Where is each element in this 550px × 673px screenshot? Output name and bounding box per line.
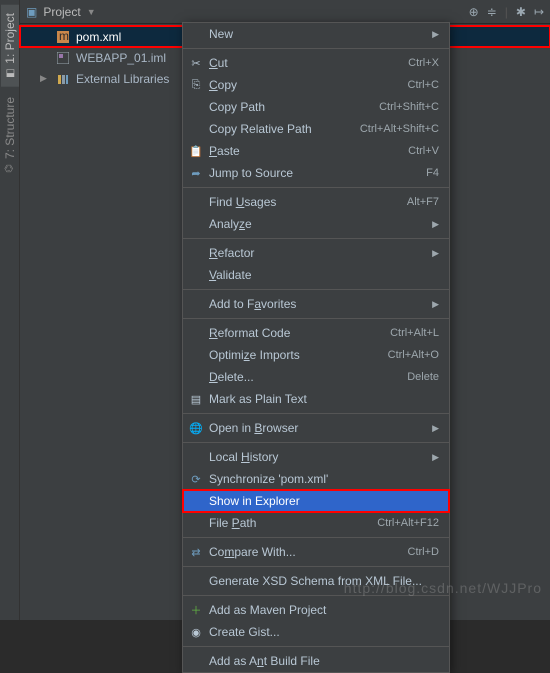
menu-file-path[interactable]: File PathCtrl+Alt+F12 bbox=[183, 512, 449, 534]
project-icon: ▣ bbox=[26, 5, 37, 19]
cut-icon: ✂ bbox=[189, 57, 203, 70]
menu-refactor[interactable]: Refactor▶ bbox=[183, 242, 449, 264]
project-toolbar: ▣ Project ▼ ⊕ ≑ | ✱ ↦ bbox=[20, 0, 550, 24]
menu-generate-xsd[interactable]: Generate XSD Schema from XML File... bbox=[183, 570, 449, 592]
side-tab-project[interactable]: ◧ 1: Project bbox=[1, 5, 19, 87]
menu-cut[interactable]: ✂CutCtrl+X bbox=[183, 52, 449, 74]
menu-separator bbox=[183, 289, 449, 290]
menu-paste[interactable]: 📋PasteCtrl+V bbox=[183, 140, 449, 162]
side-tab-label: 7: Structure bbox=[3, 97, 17, 159]
expand-arrow-icon[interactable]: ▶ bbox=[40, 73, 50, 84]
sync-icon: ⟳ bbox=[189, 473, 203, 486]
menu-separator bbox=[183, 646, 449, 647]
side-tab-bar: ◧ 1: Project ⌬ 7: Structure bbox=[0, 0, 20, 620]
menu-delete[interactable]: Delete...Delete bbox=[183, 366, 449, 388]
side-tab-label: 1: Project bbox=[3, 13, 17, 64]
menu-separator bbox=[183, 318, 449, 319]
submenu-arrow-icon: ▶ bbox=[432, 29, 439, 40]
menu-separator bbox=[183, 566, 449, 567]
submenu-arrow-icon: ▶ bbox=[432, 299, 439, 310]
menu-separator bbox=[183, 537, 449, 538]
compare-icon: ⇄ bbox=[189, 546, 203, 559]
menu-separator bbox=[183, 442, 449, 443]
menu-compare-with[interactable]: ⇄Compare With...Ctrl+D bbox=[183, 541, 449, 563]
menu-show-in-explorer[interactable]: Show in Explorer bbox=[183, 490, 449, 512]
submenu-arrow-icon: ▶ bbox=[432, 248, 439, 259]
side-tab-structure[interactable]: ⌬ 7: Structure bbox=[1, 89, 19, 182]
menu-validate[interactable]: Validate bbox=[183, 264, 449, 286]
menu-separator bbox=[183, 413, 449, 414]
project-tab-icon: ◧ bbox=[4, 68, 15, 77]
iml-file-icon bbox=[56, 52, 70, 64]
menu-optimize-imports[interactable]: Optimize ImportsCtrl+Alt+O bbox=[183, 344, 449, 366]
menu-add-maven[interactable]: ＋Add as Maven Project bbox=[183, 599, 449, 621]
menu-separator bbox=[183, 187, 449, 188]
menu-add-favorites[interactable]: Add to Favorites▶ bbox=[183, 293, 449, 315]
gear-icon[interactable]: ✱ bbox=[516, 5, 526, 19]
dropdown-arrow-icon[interactable]: ▼ bbox=[87, 7, 96, 17]
paste-icon: 📋 bbox=[189, 145, 203, 158]
structure-tab-icon: ⌬ bbox=[4, 164, 15, 173]
menu-local-history[interactable]: Local History▶ bbox=[183, 446, 449, 468]
submenu-arrow-icon: ▶ bbox=[432, 452, 439, 463]
menu-separator bbox=[183, 238, 449, 239]
menu-copy-relative-path[interactable]: Copy Relative PathCtrl+Alt+Shift+C bbox=[183, 118, 449, 140]
menu-find-usages[interactable]: Find UsagesAlt+F7 bbox=[183, 191, 449, 213]
context-menu: New▶ ✂CutCtrl+X ⎘CopyCtrl+C Copy PathCtr… bbox=[182, 22, 450, 673]
maven-file-icon: m bbox=[56, 31, 70, 43]
menu-synchronize[interactable]: ⟳Synchronize 'pom.xml' bbox=[183, 468, 449, 490]
jump-icon: ➦ bbox=[189, 167, 203, 180]
menu-copy[interactable]: ⎘CopyCtrl+C bbox=[183, 74, 449, 96]
divider: | bbox=[505, 5, 508, 19]
menu-mark-plain-text[interactable]: ▤Mark as Plain Text bbox=[183, 388, 449, 410]
submenu-arrow-icon: ▶ bbox=[432, 219, 439, 230]
menu-open-browser[interactable]: 🌐Open in Browser▶ bbox=[183, 417, 449, 439]
text-icon: ▤ bbox=[189, 393, 203, 406]
menu-add-ant[interactable]: Add as Ant Build File bbox=[183, 650, 449, 672]
add-icon: ＋ bbox=[189, 602, 203, 618]
svg-text:m: m bbox=[59, 31, 69, 43]
menu-analyze[interactable]: Analyze▶ bbox=[183, 213, 449, 235]
menu-jump-to-source[interactable]: ➦Jump to SourceF4 bbox=[183, 162, 449, 184]
library-icon bbox=[56, 73, 70, 85]
copy-icon: ⎘ bbox=[189, 79, 203, 92]
menu-copy-path[interactable]: Copy PathCtrl+Shift+C bbox=[183, 96, 449, 118]
browser-icon: 🌐 bbox=[189, 422, 203, 435]
menu-create-gist[interactable]: ◉Create Gist... bbox=[183, 621, 449, 643]
menu-separator bbox=[183, 595, 449, 596]
toolbar-title: Project bbox=[43, 5, 80, 19]
tree-item-label: External Libraries bbox=[76, 72, 169, 86]
menu-reformat[interactable]: Reformat CodeCtrl+Alt+L bbox=[183, 322, 449, 344]
github-icon: ◉ bbox=[189, 626, 203, 639]
hide-icon[interactable]: ↦ bbox=[534, 5, 544, 19]
submenu-arrow-icon: ▶ bbox=[432, 423, 439, 434]
target-icon[interactable]: ⊕ bbox=[469, 5, 479, 19]
tree-item-label: pom.xml bbox=[76, 30, 121, 44]
menu-new[interactable]: New▶ bbox=[183, 23, 449, 45]
collapse-icon[interactable]: ≑ bbox=[487, 5, 497, 19]
tree-item-label: WEBAPP_01.iml bbox=[76, 51, 166, 65]
menu-separator bbox=[183, 48, 449, 49]
